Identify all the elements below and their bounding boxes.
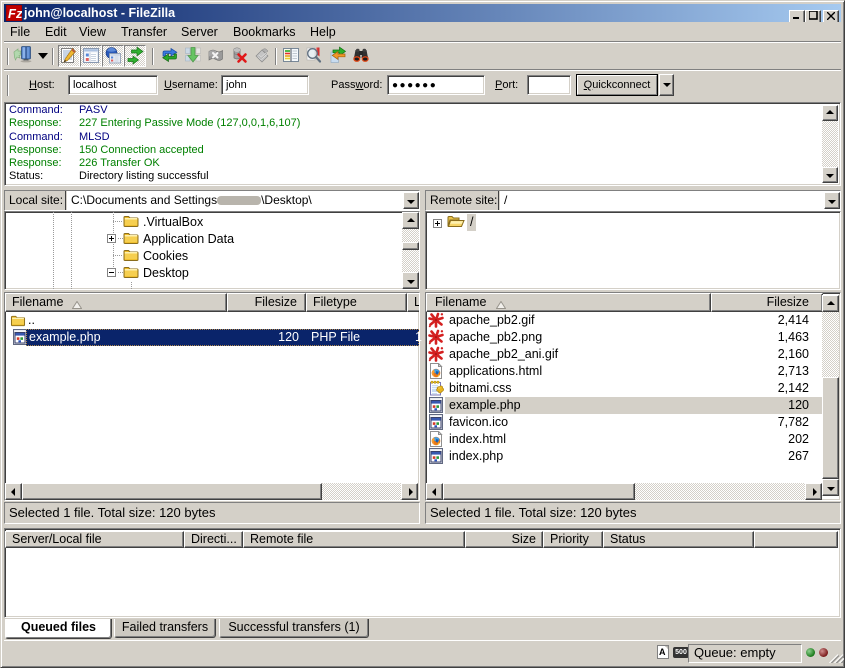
svg-text:A: A: [659, 647, 666, 657]
svg-text:Fz: Fz: [8, 6, 22, 21]
